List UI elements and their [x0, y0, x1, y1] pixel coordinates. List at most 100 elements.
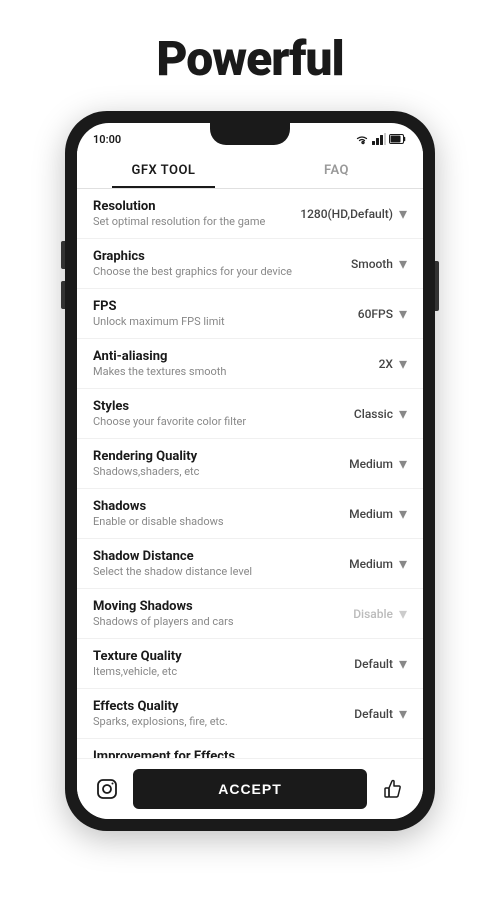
status-time: 10:00 [93, 133, 121, 146]
setting-item-texture-quality[interactable]: Texture QualityItems,vehicle, etcDefault… [77, 639, 423, 689]
bottom-bar: ACCEPT [77, 758, 423, 819]
setting-item-effects-quality[interactable]: Effects QualitySparks, explosions, fire,… [77, 689, 423, 739]
tab-gfx-tool[interactable]: GFX TOOL [77, 151, 250, 188]
signal-icon [372, 133, 386, 145]
setting-value-anti-aliasing[interactable]: 2X ▾ [379, 354, 407, 373]
setting-desc-texture-quality: Items,vehicle, etc [93, 665, 354, 678]
tab-faq[interactable]: FAQ [250, 151, 423, 188]
setting-value-shadow-distance[interactable]: Medium ▾ [349, 554, 407, 573]
setting-desc-styles: Choose your favorite color filter [93, 415, 354, 428]
setting-info-anti-aliasing: Anti-aliasingMakes the textures smooth [93, 349, 379, 378]
setting-desc-moving-shadows: Shadows of players and cars [93, 615, 353, 628]
notch [210, 123, 290, 145]
setting-item-resolution[interactable]: ResolutionSet optimal resolution for the… [77, 189, 423, 239]
setting-title-shadow-distance: Shadow Distance [93, 549, 349, 564]
setting-desc-anti-aliasing: Makes the textures smooth [93, 365, 379, 378]
settings-list: ResolutionSet optimal resolution for the… [77, 189, 423, 758]
setting-item-shadow-distance[interactable]: Shadow DistanceSelect the shadow distanc… [77, 539, 423, 589]
setting-info-improvement-effects: Improvement for EffectsImproves the abov… [93, 749, 354, 758]
thumbsup-button[interactable] [375, 771, 411, 807]
setting-item-shadows[interactable]: ShadowsEnable or disable shadowsMedium ▾ [77, 489, 423, 539]
accept-button[interactable]: ACCEPT [133, 769, 367, 809]
dropdown-arrow-shadow-distance: ▾ [399, 554, 407, 573]
setting-item-improvement-effects[interactable]: Improvement for EffectsImproves the abov… [77, 739, 423, 758]
setting-info-styles: StylesChoose your favorite color filter [93, 399, 354, 428]
setting-desc-rendering-quality: Shadows,shaders, etc [93, 465, 349, 478]
setting-value-text-styles: Classic [354, 407, 393, 421]
dropdown-arrow-effects-quality: ▾ [399, 704, 407, 723]
setting-desc-shadows: Enable or disable shadows [93, 515, 349, 528]
setting-value-texture-quality[interactable]: Default ▾ [354, 654, 407, 673]
dropdown-arrow-rendering-quality: ▾ [399, 454, 407, 473]
setting-value-shadows[interactable]: Medium ▾ [349, 504, 407, 523]
setting-value-moving-shadows[interactable]: Disable ▾ [353, 604, 407, 623]
setting-title-moving-shadows: Moving Shadows [93, 599, 353, 614]
setting-title-texture-quality: Texture Quality [93, 649, 354, 664]
dropdown-arrow-fps: ▾ [399, 304, 407, 323]
setting-value-styles[interactable]: Classic ▾ [354, 404, 407, 423]
setting-value-text-anti-aliasing: 2X [379, 357, 393, 371]
setting-value-text-rendering-quality: Medium [349, 457, 393, 471]
setting-item-moving-shadows[interactable]: Moving ShadowsShadows of players and car… [77, 589, 423, 639]
setting-desc-shadow-distance: Select the shadow distance level [93, 565, 349, 578]
setting-desc-fps: Unlock maximum FPS limit [93, 315, 358, 328]
setting-item-styles[interactable]: StylesChoose your favorite color filterC… [77, 389, 423, 439]
phone-frame: 10:00 [65, 111, 435, 831]
setting-title-styles: Styles [93, 399, 354, 414]
setting-info-texture-quality: Texture QualityItems,vehicle, etc [93, 649, 354, 678]
setting-title-improvement-effects: Improvement for Effects [93, 749, 354, 758]
dropdown-arrow-graphics: ▾ [399, 254, 407, 273]
setting-title-anti-aliasing: Anti-aliasing [93, 349, 379, 364]
setting-info-graphics: GraphicsChoose the best graphics for you… [93, 249, 351, 278]
status-icons [355, 133, 407, 145]
battery-icon [389, 133, 407, 145]
setting-info-resolution: ResolutionSet optimal resolution for the… [93, 199, 300, 228]
instagram-icon [96, 778, 118, 800]
setting-value-resolution[interactable]: 1280(HD,Default) ▾ [300, 204, 407, 223]
setting-desc-resolution: Set optimal resolution for the game [93, 215, 300, 228]
setting-info-shadow-distance: Shadow DistanceSelect the shadow distanc… [93, 549, 349, 578]
setting-info-fps: FPSUnlock maximum FPS limit [93, 299, 358, 328]
setting-desc-graphics: Choose the best graphics for your device [93, 265, 351, 278]
setting-value-text-graphics: Smooth [351, 257, 393, 271]
phone-screen: 10:00 [77, 123, 423, 819]
setting-info-moving-shadows: Moving ShadowsShadows of players and car… [93, 599, 353, 628]
setting-value-text-texture-quality: Default [354, 657, 393, 671]
setting-value-graphics[interactable]: Smooth ▾ [351, 254, 407, 273]
dropdown-arrow-texture-quality: ▾ [399, 654, 407, 673]
wifi-icon [355, 133, 369, 145]
setting-item-graphics[interactable]: GraphicsChoose the best graphics for you… [77, 239, 423, 289]
setting-item-fps[interactable]: FPSUnlock maximum FPS limit60FPS ▾ [77, 289, 423, 339]
setting-info-effects-quality: Effects QualitySparks, explosions, fire,… [93, 699, 354, 728]
setting-value-text-resolution: 1280(HD,Default) [300, 207, 393, 221]
setting-title-resolution: Resolution [93, 199, 300, 214]
dropdown-arrow-moving-shadows: ▾ [399, 604, 407, 623]
setting-value-text-effects-quality: Default [354, 707, 393, 721]
tabs: GFX TOOL FAQ [77, 151, 423, 189]
setting-value-text-shadow-distance: Medium [349, 557, 393, 571]
dropdown-arrow-resolution: ▾ [399, 204, 407, 223]
setting-item-rendering-quality[interactable]: Rendering QualityShadows,shaders, etcMed… [77, 439, 423, 489]
volume-up-button [61, 241, 65, 269]
setting-value-text-shadows: Medium [349, 507, 393, 521]
setting-value-effects-quality[interactable]: Default ▾ [354, 704, 407, 723]
dropdown-arrow-styles: ▾ [399, 404, 407, 423]
instagram-button[interactable] [89, 771, 125, 807]
dropdown-arrow-anti-aliasing: ▾ [399, 354, 407, 373]
setting-info-shadows: ShadowsEnable or disable shadows [93, 499, 349, 528]
setting-title-shadows: Shadows [93, 499, 349, 514]
setting-desc-effects-quality: Sparks, explosions, fire, etc. [93, 715, 354, 728]
setting-title-effects-quality: Effects Quality [93, 699, 354, 714]
setting-value-rendering-quality[interactable]: Medium ▾ [349, 454, 407, 473]
setting-value-text-moving-shadows: Disable [353, 607, 393, 621]
setting-item-anti-aliasing[interactable]: Anti-aliasingMakes the textures smooth2X… [77, 339, 423, 389]
setting-title-graphics: Graphics [93, 249, 351, 264]
dropdown-arrow-shadows: ▾ [399, 504, 407, 523]
setting-value-fps[interactable]: 60FPS ▾ [358, 304, 407, 323]
setting-title-fps: FPS [93, 299, 358, 314]
volume-down-button [61, 281, 65, 309]
page-title: Powerful [156, 30, 343, 87]
power-button [435, 261, 439, 311]
setting-value-text-fps: 60FPS [358, 307, 393, 321]
setting-info-rendering-quality: Rendering QualityShadows,shaders, etc [93, 449, 349, 478]
